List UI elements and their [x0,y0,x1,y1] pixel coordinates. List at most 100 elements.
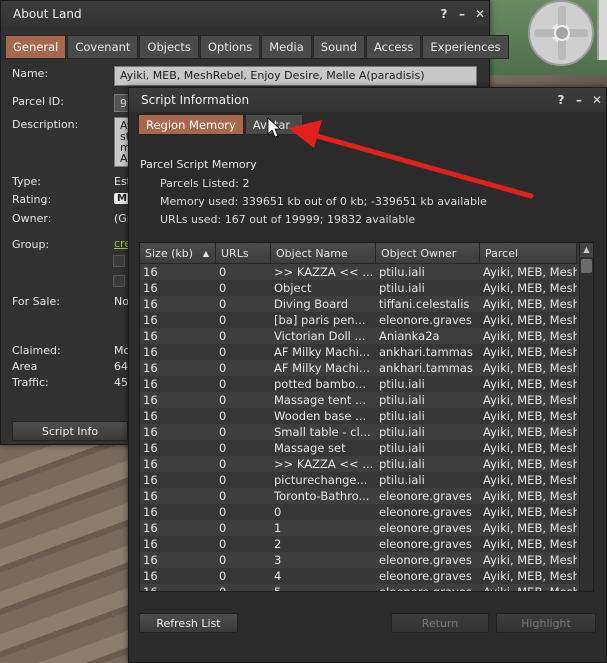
cell-object-name: Wooden base ... [274,409,367,423]
refresh-list-button[interactable]: Refresh List [139,613,238,633]
minimize-icon[interactable]: – [570,93,588,107]
type-label: Type: [12,175,41,188]
parcel-script-memory-heading: Parcel Script Memory [140,158,257,171]
cell-object-owner: Anianka2a [379,329,440,343]
return-button[interactable]: Return [391,613,489,633]
group-label: Group: [12,238,50,251]
cell-size: 16 [143,489,158,503]
cell-parcel: Ayiki, MEB, Mesh [483,297,577,311]
about-land-tabs: General Covenant Objects Options Media S… [5,35,510,59]
cell-object-name: 4 [274,569,282,583]
cell-object-name: 1 [274,521,282,535]
description-label: Description: [12,118,79,131]
camera-control-widget[interactable] [528,0,594,66]
table-row[interactable]: 16 0 5 eleonore.graves Ayiki, MEB, Mesh [140,584,593,592]
about-land-title: About Land [13,7,82,21]
cell-object-name: 3 [274,553,282,567]
tab-avatar[interactable]: Avatar [244,114,303,135]
description-line: A [120,152,128,165]
table-row[interactable]: 16 0 Diving Board tiffani.celestalis Ayiki, … [140,296,593,312]
cell-urls: 0 [219,505,227,519]
table-row[interactable]: 16 0 2 eleonore.graves Ayiki, MEB, Mesh [140,536,593,552]
cell-parcel: Ayiki, MEB, Mesh [483,489,577,503]
help-icon[interactable]: ? [552,93,570,107]
about-land-titlebar[interactable]: About Land ? – ✕ [1,1,489,27]
cell-urls: 0 [219,409,227,423]
column-object-owner[interactable]: Object Owner [376,243,480,264]
close-icon[interactable]: ✕ [471,7,489,21]
table-row[interactable]: 16 0 >> KAZZA << ... ptilu.iali Ayiki, MEB, … [140,456,593,472]
cell-parcel: Ayiki, MEB, Mesh [483,265,577,279]
cell-size: 16 [143,313,158,327]
table-scrollbar[interactable]: ▲ [579,243,593,591]
cell-urls: 0 [219,457,227,471]
help-icon[interactable]: ? [435,7,453,21]
name-label: Name: [12,67,49,80]
table-row[interactable]: 16 0 3 eleonore.graves Ayiki, MEB, Mesh [140,552,593,568]
cell-parcel: Ayiki, MEB, Mesh [483,409,577,423]
script-objects-table: Size (kb) ▲ URLs Object Name Object Owne… [139,242,594,592]
table-row[interactable]: 16 0 AF Milky Machi... ankhari.tammas Ayiki,… [140,344,593,360]
cell-object-owner: tiffani.celestalis [379,297,470,311]
cell-object-owner: ankhari.tammas [379,345,473,359]
owner-label: Owner: [12,212,52,225]
table-row[interactable]: 16 0 Toronto-Bathro... eleonore.graves Ayiki… [140,488,593,504]
tab-objects[interactable]: Objects [139,35,199,59]
cell-object-name: [ba] paris pen... [274,313,366,327]
cell-urls: 0 [219,585,227,592]
cell-object-owner: eleonore.graves [379,553,472,567]
table-row[interactable]: 16 0 potted bambo... ptilu.iali Ayiki, MEB, … [140,376,593,392]
column-parcel[interactable]: Parcel [480,243,577,264]
tab-general[interactable]: General [5,35,67,59]
table-row[interactable]: 16 0 Object ptilu.iali Ayiki, MEB, Mesh [140,280,593,296]
camera-zoom-slider[interactable] [597,0,607,60]
script-info-titlebar[interactable]: Script Information ? – ✕ [129,88,606,112]
tab-sound[interactable]: Sound [312,35,366,59]
name-field[interactable]: Ayiki, MEB, MeshRebel, Enjoy Desire, Mel… [114,66,477,86]
script-info-button[interactable]: Script Info [12,421,128,441]
table-row[interactable]: 16 0 AF Milky Machi... ankhari.tammas Ayiki,… [140,360,593,376]
scroll-up-icon[interactable]: ▲ [580,243,593,257]
close-icon[interactable]: ✕ [588,93,606,107]
cell-size: 16 [143,393,158,407]
claimed-label: Claimed: [12,344,61,357]
table-row[interactable]: 16 0 [ba] paris pen... eleonore.graves Ayiki… [140,312,593,328]
camera-control-knob[interactable] [554,25,570,41]
cell-size: 16 [143,505,158,519]
tab-options[interactable]: Options [199,35,261,59]
scroll-thumb[interactable] [581,259,592,273]
tab-experiences[interactable]: Experiences [422,35,509,59]
cell-urls: 0 [219,313,227,327]
column-object-name[interactable]: Object Name [271,243,376,264]
script-info-title: Script Information [141,93,250,107]
table-row[interactable]: 16 0 >> KAZZA << ... ptilu.iali Ayiki, MEB, … [140,264,593,280]
table-row[interactable]: 16 0 4 eleonore.graves Ayiki, MEB, Mesh [140,568,593,584]
table-row[interactable]: 16 0 0 eleonore.graves Ayiki, MEB, Mesh [140,504,593,520]
column-size[interactable]: Size (kb) ▲ [140,243,216,264]
cell-parcel: Ayiki, MEB, Mesh [483,569,577,583]
cell-urls: 0 [219,345,227,359]
group-checkbox-2[interactable] [113,275,125,287]
cell-size: 16 [143,473,158,487]
cell-object-owner: ptilu.iali [379,425,425,439]
table-row[interactable]: 16 0 Wooden base ... ptilu.iali Ayiki, MEB, … [140,408,593,424]
cell-urls: 0 [219,521,227,535]
table-row[interactable]: 16 0 Massage set ptilu.iali Ayiki, MEB, Mesh [140,440,593,456]
table-row[interactable]: 16 0 picturechange... ptilu.iali Ayiki, MEB,… [140,472,593,488]
table-header: Size (kb) ▲ URLs Object Name Object Owne… [140,243,593,264]
cell-object-name: AF Milky Machi... [274,361,370,375]
cell-urls: 0 [219,393,227,407]
tab-access[interactable]: Access [366,35,422,59]
table-row[interactable]: 16 0 Small table - cl... ptilu.iali Ayiki, M… [140,424,593,440]
cell-parcel: Ayiki, MEB, Mesh [483,521,577,535]
tab-covenant[interactable]: Covenant [67,35,139,59]
table-row[interactable]: 16 0 1 eleonore.graves Ayiki, MEB, Mesh [140,520,593,536]
table-row[interactable]: 16 0 Massage tent ... ptilu.iali Ayiki, MEB,… [140,392,593,408]
highlight-button[interactable]: Highlight [496,613,596,633]
column-urls[interactable]: URLs [216,243,271,264]
tab-media[interactable]: Media [261,35,312,59]
group-checkbox-1[interactable] [113,255,125,267]
tab-region-memory[interactable]: Region Memory [138,114,244,135]
minimize-icon[interactable]: – [453,7,471,21]
table-row[interactable]: 16 0 Victorian Doll ... Anianka2a Ayiki, MEB… [140,328,593,344]
